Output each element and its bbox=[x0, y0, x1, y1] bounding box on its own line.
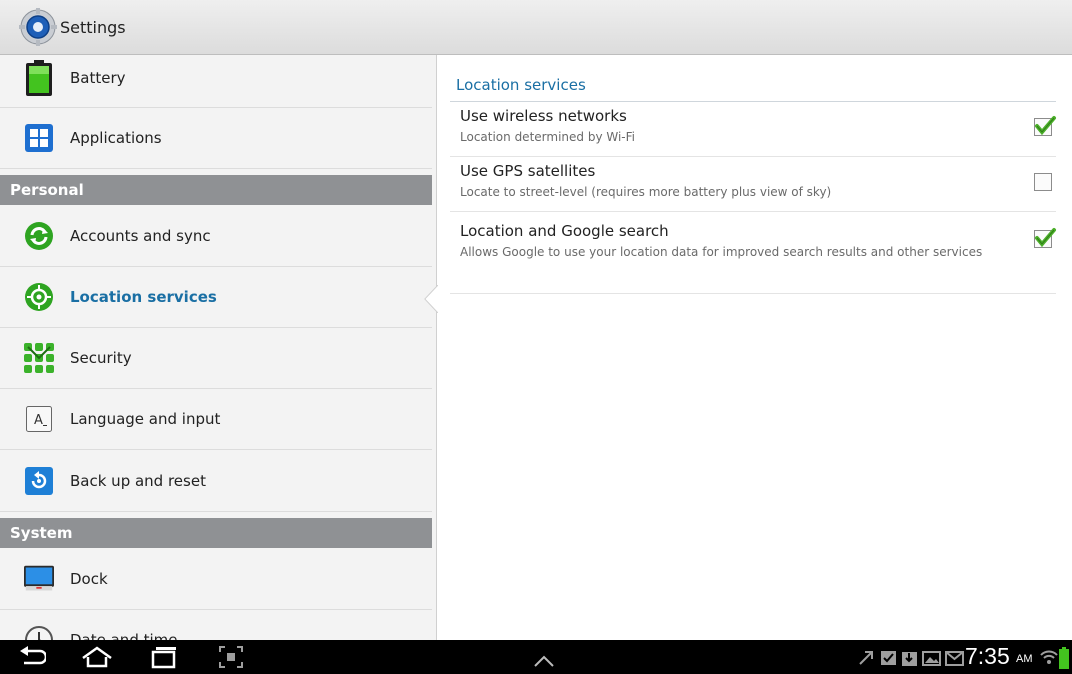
download-icon bbox=[902, 652, 917, 666]
gear-icon[interactable] bbox=[18, 7, 58, 47]
backup-icon bbox=[24, 466, 54, 496]
pref-summary: Location determined by Wi-Fi bbox=[460, 130, 635, 144]
section-header-system: System bbox=[0, 518, 432, 548]
security-icon bbox=[24, 343, 54, 373]
screenshot-icon[interactable] bbox=[218, 645, 244, 669]
battery-status-icon[interactable] bbox=[1059, 647, 1069, 669]
clock-icon bbox=[24, 625, 54, 640]
sidebar-item-security[interactable]: Security bbox=[0, 328, 432, 389]
sidebar-item-location-services[interactable]: Location services bbox=[0, 267, 432, 328]
google-search-checkbox[interactable] bbox=[1034, 228, 1056, 248]
sidebar-item-label: Battery bbox=[70, 68, 126, 87]
pref-summary: Locate to street-level (requires more ba… bbox=[460, 185, 832, 199]
action-bar: Settings bbox=[0, 0, 1072, 55]
sidebar-item-label: Dock bbox=[70, 570, 108, 588]
clock-ampm: AM bbox=[1016, 653, 1033, 665]
battery-icon bbox=[24, 59, 54, 96]
section-header-personal: Personal bbox=[0, 175, 432, 205]
pref-title: Location and Google search bbox=[460, 222, 669, 240]
pref-use-gps-satellites[interactable]: Use GPS satellites Locate to street-leve… bbox=[450, 157, 1056, 212]
notification-icons[interactable] bbox=[857, 649, 965, 667]
gps-satellites-checkbox[interactable] bbox=[1034, 173, 1052, 191]
location-icon bbox=[24, 282, 54, 312]
checkmark-icon bbox=[1035, 228, 1056, 248]
clock[interactable]: 7:35 bbox=[965, 643, 1010, 670]
email-icon bbox=[945, 651, 964, 666]
sidebar-item-dock[interactable]: Dock bbox=[0, 549, 432, 610]
chevron-up-icon[interactable] bbox=[533, 649, 555, 673]
pref-location-and-google-search[interactable]: Location and Google search Allows Google… bbox=[450, 212, 1056, 294]
sidebar-item-applications[interactable]: Applications bbox=[0, 108, 432, 169]
wireless-networks-checkbox[interactable] bbox=[1034, 116, 1056, 136]
settings-category-list[interactable]: Battery Applications Personal Accounts a… bbox=[0, 55, 437, 640]
app-title: Settings bbox=[60, 17, 126, 37]
sidebar-item-accounts-and-sync[interactable]: Accounts and sync bbox=[0, 206, 432, 267]
sync-icon bbox=[24, 221, 54, 251]
sidebar-item-label: Location services bbox=[70, 288, 217, 306]
applications-icon bbox=[24, 123, 54, 153]
pref-title: Use wireless networks bbox=[460, 107, 627, 125]
pref-use-wireless-networks[interactable]: Use wireless networks Location determine… bbox=[450, 102, 1056, 157]
sidebar-item-label: Date and time bbox=[70, 631, 178, 640]
page-title: Location services bbox=[456, 76, 586, 94]
wifi-icon[interactable] bbox=[1040, 649, 1058, 667]
keyboard-icon: A bbox=[24, 404, 54, 434]
checkmark-icon bbox=[1035, 116, 1056, 136]
back-icon[interactable] bbox=[18, 645, 46, 669]
sidebar-item-language-and-input[interactable]: A Language and input bbox=[0, 389, 432, 450]
sidebar-item-label: Security bbox=[70, 349, 132, 367]
sidebar-item-date-and-time[interactable]: Date and time bbox=[0, 610, 432, 640]
detail-pane: Location services Use wireless networks … bbox=[437, 55, 1072, 640]
sidebar-item-back-up-and-reset[interactable]: Back up and reset bbox=[0, 450, 432, 512]
sidebar-item-label: Back up and reset bbox=[70, 471, 206, 490]
sidebar-item-label: Language and input bbox=[70, 410, 221, 428]
pref-title: Use GPS satellites bbox=[460, 162, 596, 180]
usb-icon bbox=[859, 651, 873, 665]
sidebar-item-label: Applications bbox=[70, 129, 162, 147]
sidebar-item-battery[interactable]: Battery bbox=[0, 55, 432, 108]
home-icon[interactable] bbox=[80, 645, 114, 669]
dock-icon bbox=[24, 564, 54, 594]
pref-summary: Allows Google to use your location data … bbox=[460, 245, 983, 259]
selection-indicator bbox=[424, 285, 438, 313]
sidebar-item-label: Accounts and sync bbox=[70, 227, 211, 245]
svg-text:A: A bbox=[34, 413, 43, 428]
gallery-icon bbox=[922, 651, 941, 666]
task-icon bbox=[881, 651, 896, 665]
system-navigation-bar: 7:35 AM bbox=[0, 640, 1072, 674]
recent-apps-icon[interactable] bbox=[150, 645, 180, 669]
